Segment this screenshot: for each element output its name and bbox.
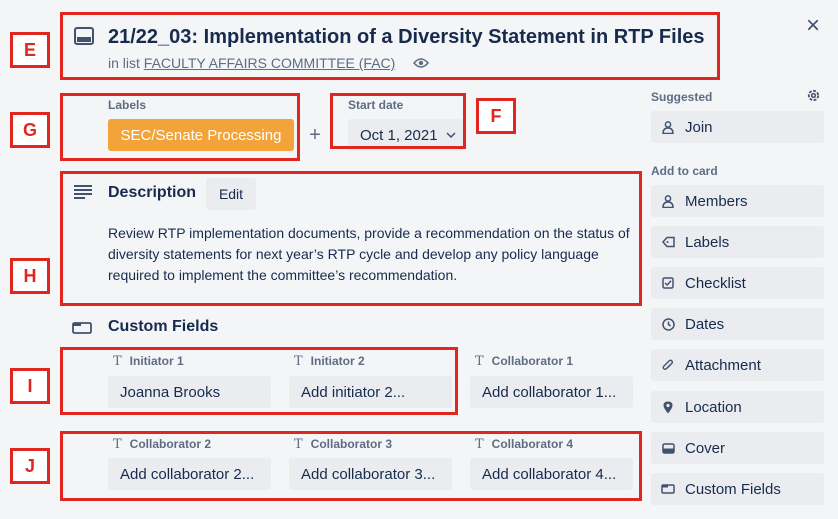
field-label-collaborator-1: T Collaborator 1 — [475, 354, 574, 369]
custom-fields-button[interactable]: Custom Fields — [651, 473, 824, 505]
members-button[interactable]: Members — [651, 185, 824, 217]
plus-icon: + — [309, 123, 321, 146]
annotation-box-e — [60, 12, 720, 80]
annotation-label-f: F — [476, 98, 516, 134]
dates-button[interactable]: Dates — [651, 308, 824, 340]
annotation-label-h: H — [10, 258, 50, 294]
add-to-card-heading: Add to card — [651, 164, 718, 178]
close-icon[interactable]: × — [806, 14, 820, 38]
annotation-box-i — [60, 347, 458, 415]
paperclip-icon — [661, 358, 675, 372]
tag-icon — [661, 235, 675, 249]
annotation-box-g — [60, 93, 300, 161]
cover-icon — [661, 441, 675, 455]
annotation-box-j — [60, 431, 642, 501]
custom-fields-heading: Custom Fields — [108, 318, 219, 335]
annotation-label-e: E — [10, 32, 50, 68]
text-type-icon: T — [475, 354, 484, 369]
annotation-label-g: G — [10, 112, 50, 148]
custom-fields-icon — [72, 321, 92, 339]
person-icon — [661, 194, 675, 208]
clock-icon — [661, 317, 675, 331]
gear-icon[interactable] — [806, 88, 821, 108]
field-input-collaborator-1[interactable]: Add collaborator 1... — [470, 376, 633, 408]
cover-button[interactable]: Cover — [651, 432, 824, 464]
add-label-button[interactable]: + — [304, 119, 326, 151]
annotation-box-h — [60, 171, 642, 306]
labels-button[interactable]: Labels — [651, 226, 824, 258]
annotation-box-f — [330, 93, 466, 149]
custom-fields-icon — [661, 482, 675, 496]
annotation-label-j: J — [10, 448, 50, 484]
location-pin-icon — [661, 400, 675, 414]
suggested-heading: Suggested — [651, 90, 713, 104]
annotation-label-i: I — [10, 368, 50, 404]
checklist-button[interactable]: Checklist — [651, 267, 824, 299]
card-detail-window: 21/22_03: Implementation of a Diversity … — [0, 0, 838, 519]
checkbox-icon — [661, 276, 675, 290]
attachment-button[interactable]: Attachment — [651, 349, 824, 381]
person-icon — [661, 120, 675, 134]
join-button[interactable]: Join — [651, 111, 824, 143]
location-button[interactable]: Location — [651, 391, 824, 423]
